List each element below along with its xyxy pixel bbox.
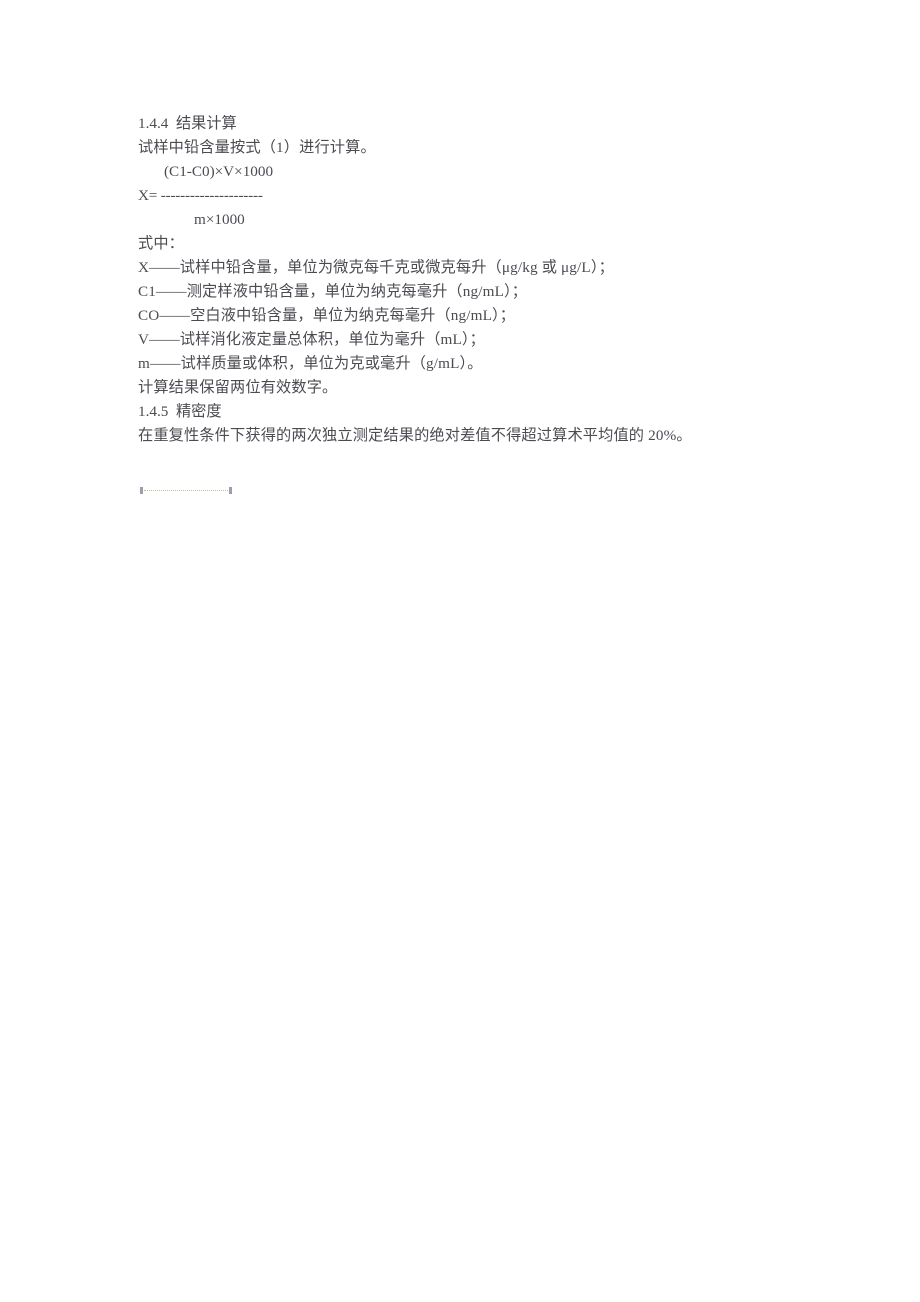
section-heading-1-4-5: 1.4.5 精密度 <box>138 403 222 420</box>
artifact-dotted-rule <box>144 490 228 491</box>
calc-note-text: 计算结果保留两位有效数字。 <box>138 379 338 396</box>
document-page: 1.4.4 结果计算 试样中铅含量按式（1）进行计算。 (C1-C0)×V×10… <box>0 0 920 1302</box>
where-label: 式中： <box>138 235 185 252</box>
definition-item: CO——空白液中铅含量，单位为纳克每毫升（ng/mL）； <box>138 307 516 324</box>
definition-item: V——试样消化液定量总体积，单位为毫升（mL）； <box>138 331 485 348</box>
artifact-end-cap-right <box>229 487 232 494</box>
definition-item: X——试样中铅含量，单位为微克每千克或微克每升（μg/kg 或 μg/L）； <box>138 259 614 276</box>
dotted-line-artifact <box>140 487 232 495</box>
precision-body-text: 在重复性条件下获得的两次独立测定结果的绝对差值不得超过算术平均值的 20%。 <box>138 427 692 444</box>
formula-denominator: m×1000 <box>194 211 245 228</box>
definition-item: m——试样质量或体积，单位为克或毫升（g/mL）。 <box>138 355 483 372</box>
document-body: 1.4.4 结果计算 试样中铅含量按式（1）进行计算。 (C1-C0)×V×10… <box>138 112 838 448</box>
calc-intro-text: 试样中铅含量按式（1）进行计算。 <box>138 139 376 156</box>
formula-fraction-bar: X= --------------------- <box>138 187 263 204</box>
formula-numerator: (C1-C0)×V×1000 <box>164 163 274 180</box>
artifact-end-cap-left <box>140 487 143 494</box>
definition-item: C1——测定样液中铅含量，单位为纳克每毫升（ng/mL）； <box>138 283 528 300</box>
symbol-definition-list: X——试样中铅含量，单位为微克每千克或微克每升（μg/kg 或 μg/L）； C… <box>138 256 838 376</box>
section-heading-1-4-4: 1.4.4 结果计算 <box>138 115 237 132</box>
